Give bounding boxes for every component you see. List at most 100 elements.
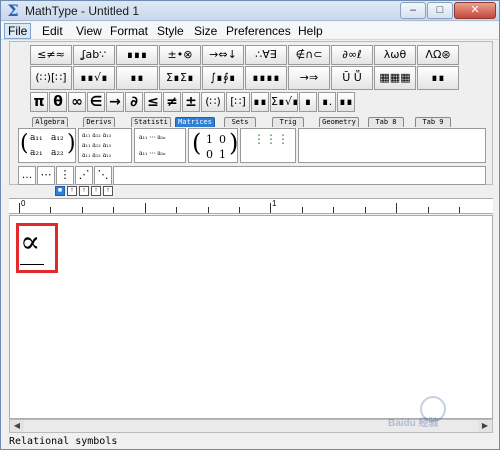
- ruler-tick: [270, 203, 271, 213]
- summation-palette[interactable]: Σ∎Σ∎: [159, 66, 201, 90]
- ellipsis-baseline-button[interactable]: …: [18, 166, 36, 185]
- title-bar[interactable]: Σ MathType - Untitled 1 – □ ✕: [1, 1, 499, 21]
- size-full-button[interactable]: ■: [55, 186, 65, 196]
- baidu-watermark-logo: Baidu 经验: [388, 396, 488, 429]
- ruler-tick: [176, 207, 177, 213]
- less-equal-symbol-button[interactable]: ≤: [144, 92, 162, 112]
- matrix-dots: ⋮: [277, 132, 289, 146]
- left-paren-icon: (: [20, 131, 29, 156]
- matrix-3x3-variables-template[interactable]: a₁₁ a₁₂ a₁₃ a₁₁ a₁₂ a₁₃ a₁₁ a₁₂ a₁₃: [78, 128, 132, 163]
- arrow-symbols-palette[interactable]: →⇔↓: [202, 45, 244, 65]
- sub-superscript-template-button[interactable]: ∎∎: [337, 92, 355, 112]
- ruler[interactable]: 0 1: [9, 198, 493, 214]
- subscript-template-button[interactable]: ∎.: [318, 92, 336, 112]
- ruler-tick: [113, 207, 114, 213]
- greek-lowercase-palette[interactable]: λωθ: [374, 45, 416, 65]
- matrix-cell: a₂₂: [51, 148, 64, 158]
- tab-algebra[interactable]: Algebra: [32, 117, 68, 127]
- ruler-tick: [50, 207, 51, 213]
- menu-view[interactable]: View: [73, 24, 105, 38]
- labeled-arrows-palette[interactable]: →⇒: [288, 66, 330, 90]
- ellipsis-centered-button[interactable]: ⋯: [37, 166, 55, 185]
- matrix-cell: a₁₁: [30, 133, 43, 143]
- brackets-template-button[interactable]: [∷]: [226, 92, 250, 112]
- subscript-superscript-palette[interactable]: ∎∎: [116, 66, 158, 90]
- menu-style[interactable]: Style: [154, 24, 187, 38]
- fraction-radical-palette[interactable]: ∎∎√∎: [73, 66, 115, 90]
- tab-sets[interactable]: Sets: [224, 117, 256, 127]
- scroll-left-arrow-icon[interactable]: ◀: [10, 420, 24, 432]
- status-bar: Relational symbols: [9, 436, 118, 447]
- menu-preferences[interactable]: Preferences: [223, 24, 294, 38]
- tab-matrices[interactable]: Matrices: [175, 117, 215, 127]
- boxes-palette[interactable]: ∎∎: [417, 66, 459, 90]
- insertion-underline: [20, 264, 44, 265]
- menu-file[interactable]: File: [4, 23, 32, 39]
- maximize-button[interactable]: □: [427, 2, 453, 19]
- menu-help[interactable]: Help: [295, 24, 326, 38]
- set-theory-palette[interactable]: ∉∩⊂: [288, 45, 330, 65]
- size-subsymbol-button[interactable]: ↑: [103, 186, 113, 196]
- superscript-template-button[interactable]: ∎: [299, 92, 317, 112]
- ruler-tick: [396, 203, 397, 213]
- plus-minus-symbol-button[interactable]: ±: [182, 92, 200, 112]
- theta-symbol-button[interactable]: θ: [49, 92, 67, 112]
- ruler-tick: [145, 203, 146, 213]
- integral-palette[interactable]: ∫∎∮∎: [202, 66, 244, 90]
- matrix-dots: ⋮: [253, 132, 265, 146]
- menu-size[interactable]: Size: [191, 24, 220, 38]
- dotted-matrix-template[interactable]: ⋮ ⋮ ⋮: [240, 128, 296, 163]
- tab-geometry[interactable]: Geometry: [319, 117, 359, 127]
- operator-symbols-palette[interactable]: ±•⊗: [159, 45, 201, 65]
- ruler-tick: [82, 207, 83, 213]
- sum-root-template-button[interactable]: Σ∎√∎: [270, 92, 298, 112]
- parentheses-template-button[interactable]: (∷): [201, 92, 225, 112]
- window-title: MathType - Untitled 1: [25, 4, 140, 18]
- equation-editor-area[interactable]: ∝: [9, 215, 493, 419]
- size-symbol-button[interactable]: ↑: [91, 186, 101, 196]
- equation-proportional-symbol[interactable]: ∝: [20, 228, 40, 258]
- ruler-tick: [208, 207, 209, 213]
- products-set-palette[interactable]: Ū Ṻ: [331, 66, 373, 90]
- greek-uppercase-palette[interactable]: ΛΩ⊛: [417, 45, 459, 65]
- fence-templates-palette[interactable]: (∷)[∷]: [30, 66, 72, 90]
- menu-edit[interactable]: Edit: [39, 24, 66, 38]
- matrix-templates-palette[interactable]: ▦▦▦: [374, 66, 416, 90]
- partial-symbol-button[interactable]: ∂: [125, 92, 143, 112]
- tab-8[interactable]: Tab 8: [368, 117, 404, 127]
- close-button[interactable]: ✕: [454, 2, 496, 19]
- matrix-cell: 0: [206, 148, 213, 161]
- matrix-2x2-variables-template[interactable]: ( a₁₁ a₁₂ a₂₁ a₂₂ ): [18, 128, 76, 163]
- minimize-button[interactable]: –: [400, 2, 426, 19]
- infinity-symbol-button[interactable]: ∞: [68, 92, 86, 112]
- embellishments-palette[interactable]: ∎∎∎: [116, 45, 158, 65]
- matrix-nxn-variables-template[interactable]: a₁₁ ⋯ a₁ₙ a₁₁ ⋯ a₁ₙ: [134, 128, 186, 163]
- misc-symbols-palette[interactable]: ∂∞ℓ: [331, 45, 373, 65]
- vertical-ellipsis-button[interactable]: ⋮: [56, 166, 74, 185]
- empty-symbol-slot: [113, 166, 486, 185]
- tab-trig[interactable]: Trig: [272, 117, 304, 127]
- right-arrow-symbol-button[interactable]: →: [106, 92, 124, 112]
- tab-derivs[interactable]: Derivs: [83, 117, 115, 127]
- not-equal-symbol-button[interactable]: ≠: [163, 92, 181, 112]
- element-of-symbol-button[interactable]: ∈: [87, 92, 105, 112]
- ruler-label-0: 0: [21, 199, 26, 208]
- tab-statistics[interactable]: Statisti: [131, 117, 171, 127]
- tab-9[interactable]: Tab 9: [415, 117, 451, 127]
- identity-matrix-template[interactable]: ( 1 0 0 1 ): [188, 128, 238, 163]
- diagonal-ellipsis-down-button[interactable]: ⋱: [94, 166, 112, 185]
- logical-symbols-palette[interactable]: ∴∀∃: [245, 45, 287, 65]
- ruler-tick: [459, 207, 460, 213]
- pi-symbol-button[interactable]: π: [30, 92, 48, 112]
- size-sub-subscript-button[interactable]: ↑: [79, 186, 89, 196]
- ruler-tick: [428, 207, 429, 213]
- spaces-ellipses-palette[interactable]: ʆab∵: [73, 45, 115, 65]
- matrix-dots: ⋮: [265, 132, 277, 146]
- fraction-template-button[interactable]: ∎∎: [251, 92, 269, 112]
- diagonal-ellipsis-up-button[interactable]: ⋰: [75, 166, 93, 185]
- underbar-overbar-palette[interactable]: ∎∎∎∎: [245, 66, 287, 90]
- matrix-cell: 1: [206, 133, 213, 146]
- size-subscript-button[interactable]: ↑: [67, 186, 77, 196]
- relational-symbols-palette[interactable]: ≤≠≈: [30, 45, 72, 65]
- menu-format[interactable]: Format: [107, 24, 151, 38]
